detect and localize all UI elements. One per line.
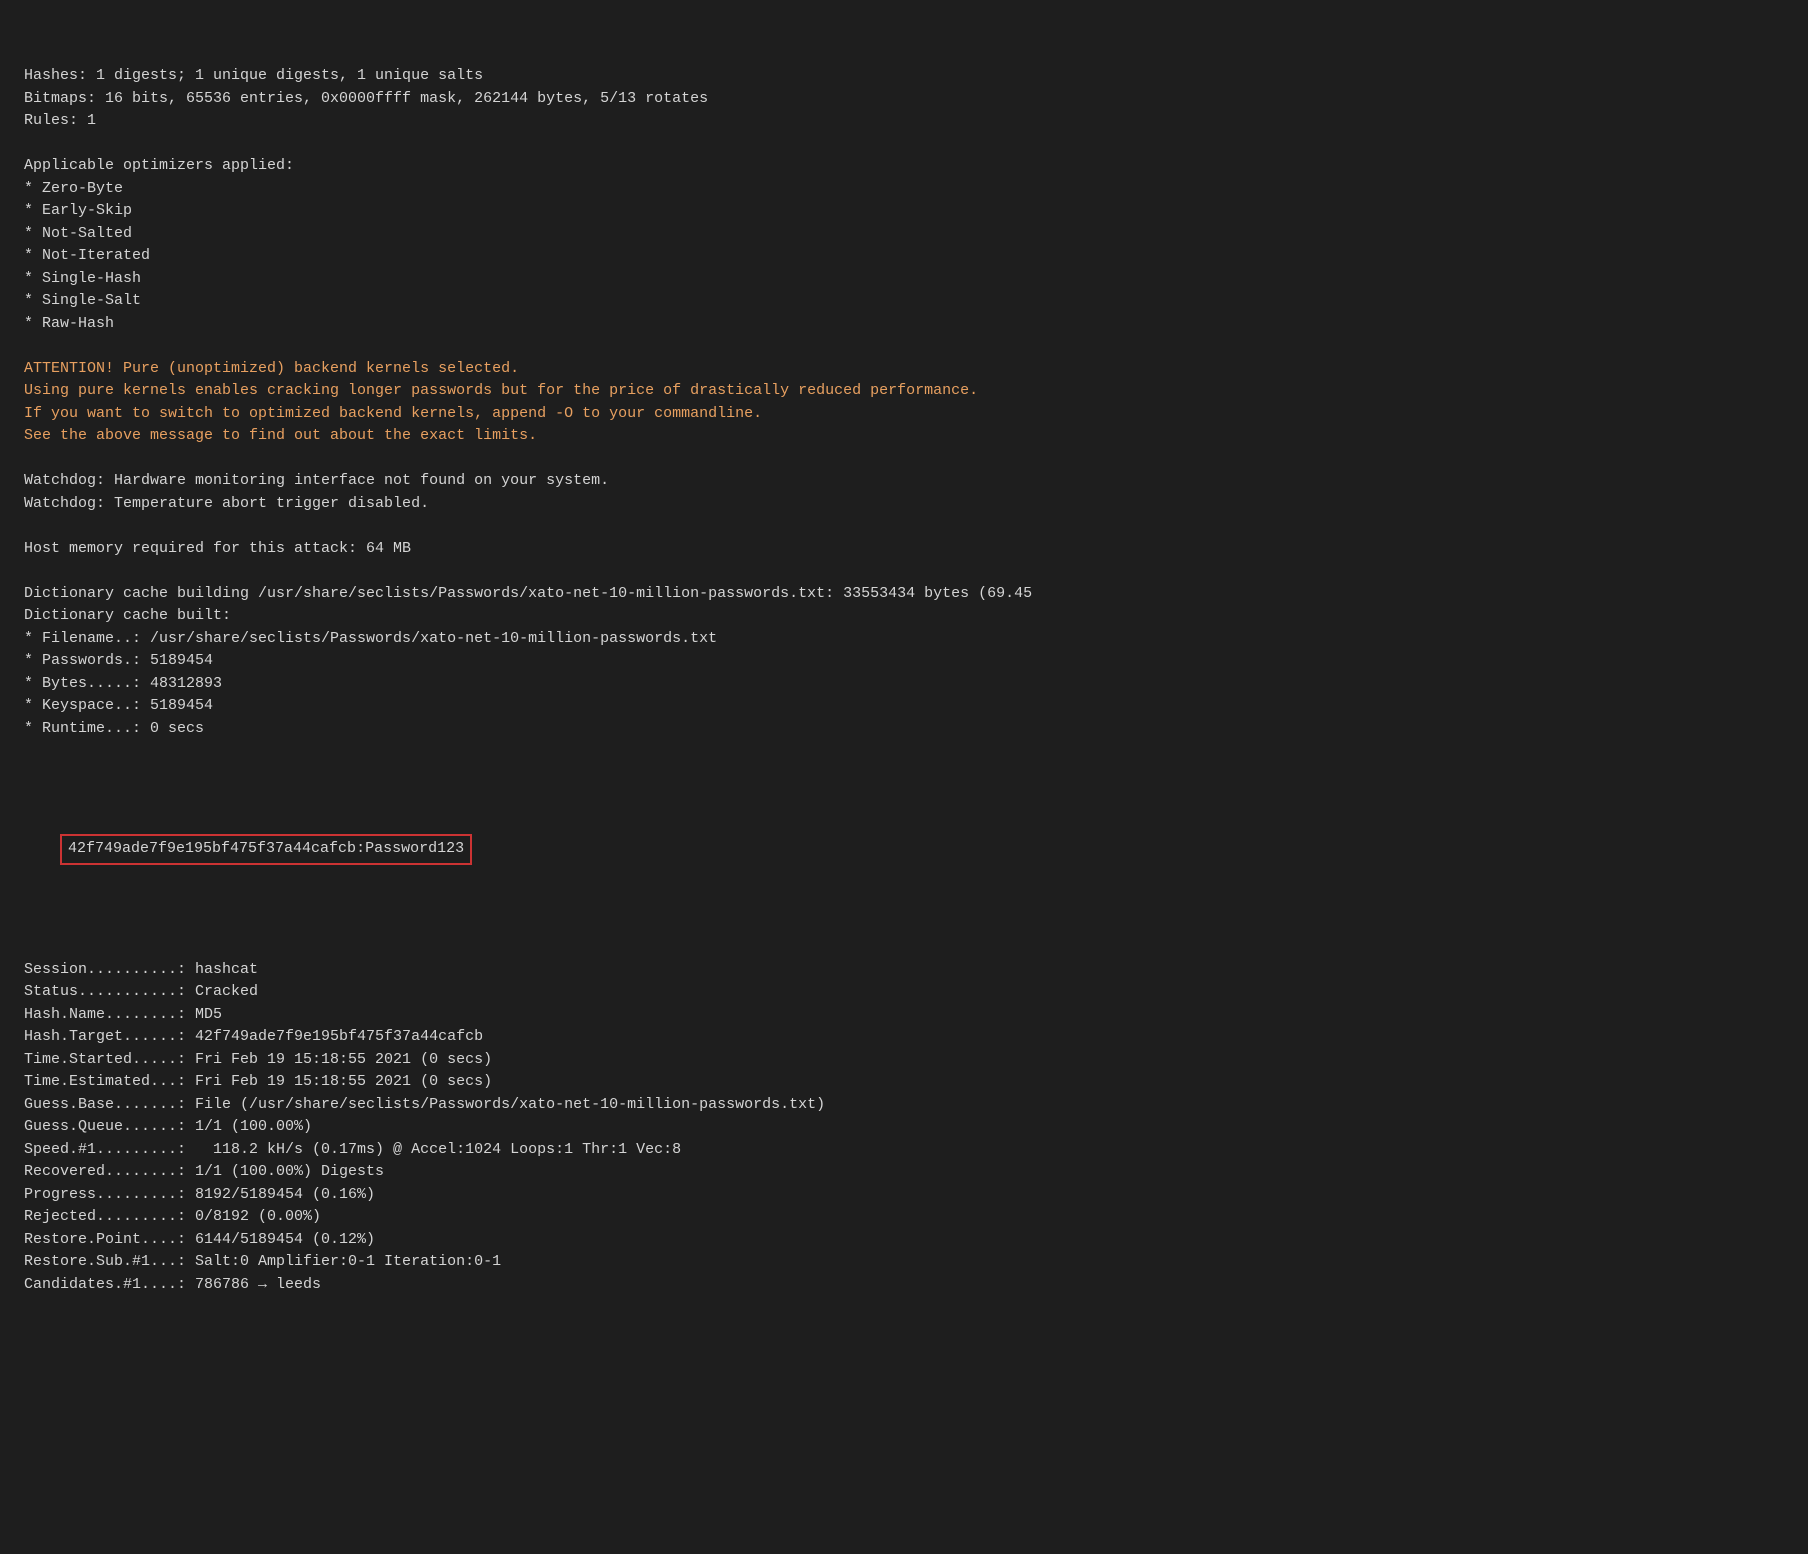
terminal-line: Host memory required for this attack: 64… bbox=[24, 538, 1784, 561]
terminal-line: Guess.Base.......: File (/usr/share/secl… bbox=[24, 1094, 1784, 1117]
terminal-line bbox=[24, 133, 1784, 156]
terminal-line: Status...........: Cracked bbox=[24, 981, 1784, 1004]
terminal-output: Hashes: 1 digests; 1 unique digests, 1 u… bbox=[24, 20, 1784, 1319]
terminal-line bbox=[24, 448, 1784, 471]
terminal-line: * Single-Hash bbox=[24, 268, 1784, 291]
terminal-line: Hash.Name........: MD5 bbox=[24, 1004, 1784, 1027]
terminal-line bbox=[24, 335, 1784, 358]
terminal-line: If you want to switch to optimized backe… bbox=[24, 403, 1784, 426]
terminal-line: * Not-Salted bbox=[24, 223, 1784, 246]
terminal-line: Dictionary cache built: bbox=[24, 605, 1784, 628]
terminal-line: Hash.Target......: 42f749ade7f9e195bf475… bbox=[24, 1026, 1784, 1049]
terminal-line bbox=[24, 560, 1784, 583]
terminal-line: Dictionary cache building /usr/share/sec… bbox=[24, 583, 1784, 606]
terminal-line: Session..........: hashcat bbox=[24, 959, 1784, 982]
terminal-line: * Zero-Byte bbox=[24, 178, 1784, 201]
terminal-line bbox=[24, 515, 1784, 538]
session-output: Session..........: hashcatStatus........… bbox=[24, 936, 1784, 1296]
terminal-line: * Raw-Hash bbox=[24, 313, 1784, 336]
terminal-line: ATTENTION! Pure (unoptimized) backend ke… bbox=[24, 358, 1784, 381]
terminal-line: Time.Started.....: Fri Feb 19 15:18:55 2… bbox=[24, 1049, 1784, 1072]
terminal-line: Applicable optimizers applied: bbox=[24, 155, 1784, 178]
terminal-line: * Not-Iterated bbox=[24, 245, 1784, 268]
terminal-line: Restore.Sub.#1...: Salt:0 Amplifier:0-1 … bbox=[24, 1251, 1784, 1274]
terminal-line: Restore.Point....: 6144/5189454 (0.12%) bbox=[24, 1229, 1784, 1252]
terminal-line: Watchdog: Temperature abort trigger disa… bbox=[24, 493, 1784, 516]
terminal-line: * Keyspace..: 5189454 bbox=[24, 695, 1784, 718]
terminal-line: Using pure kernels enables cracking long… bbox=[24, 380, 1784, 403]
terminal-line: Candidates.#1....: 786786 → leeds bbox=[24, 1274, 1784, 1297]
terminal-line: Recovered........: 1/1 (100.00%) Digests bbox=[24, 1161, 1784, 1184]
terminal-line: * Runtime...: 0 secs bbox=[24, 718, 1784, 741]
terminal-line: Rejected.........: 0/8192 (0.00%) bbox=[24, 1206, 1784, 1229]
terminal-line: Watchdog: Hardware monitoring interface … bbox=[24, 470, 1784, 493]
terminal-line: * Filename..: /usr/share/seclists/Passwo… bbox=[24, 628, 1784, 651]
cracked-result-line: 42f749ade7f9e195bf475f37a44cafcb:Passwor… bbox=[24, 808, 1784, 892]
terminal-line bbox=[24, 936, 1784, 959]
terminal-line: Time.Estimated...: Fri Feb 19 15:18:55 2… bbox=[24, 1071, 1784, 1094]
terminal-line: Bitmaps: 16 bits, 65536 entries, 0x0000f… bbox=[24, 88, 1784, 111]
terminal-line: Rules: 1 bbox=[24, 110, 1784, 133]
cracked-hash-result: 42f749ade7f9e195bf475f37a44cafcb:Passwor… bbox=[60, 834, 472, 865]
terminal-line bbox=[24, 740, 1784, 763]
terminal-line: * Single-Salt bbox=[24, 290, 1784, 313]
terminal-line: See the above message to find out about … bbox=[24, 425, 1784, 448]
terminal-line: Speed.#1.........: 118.2 kH/s (0.17ms) @… bbox=[24, 1139, 1784, 1162]
terminal-line: Hashes: 1 digests; 1 unique digests, 1 u… bbox=[24, 65, 1784, 88]
terminal-line: * Passwords.: 5189454 bbox=[24, 650, 1784, 673]
terminal-line: * Early-Skip bbox=[24, 200, 1784, 223]
terminal-line: Progress.........: 8192/5189454 (0.16%) bbox=[24, 1184, 1784, 1207]
terminal-line: * Bytes.....: 48312893 bbox=[24, 673, 1784, 696]
terminal-line: Guess.Queue......: 1/1 (100.00%) bbox=[24, 1116, 1784, 1139]
pre-crack-output: Hashes: 1 digests; 1 unique digests, 1 u… bbox=[24, 65, 1784, 763]
